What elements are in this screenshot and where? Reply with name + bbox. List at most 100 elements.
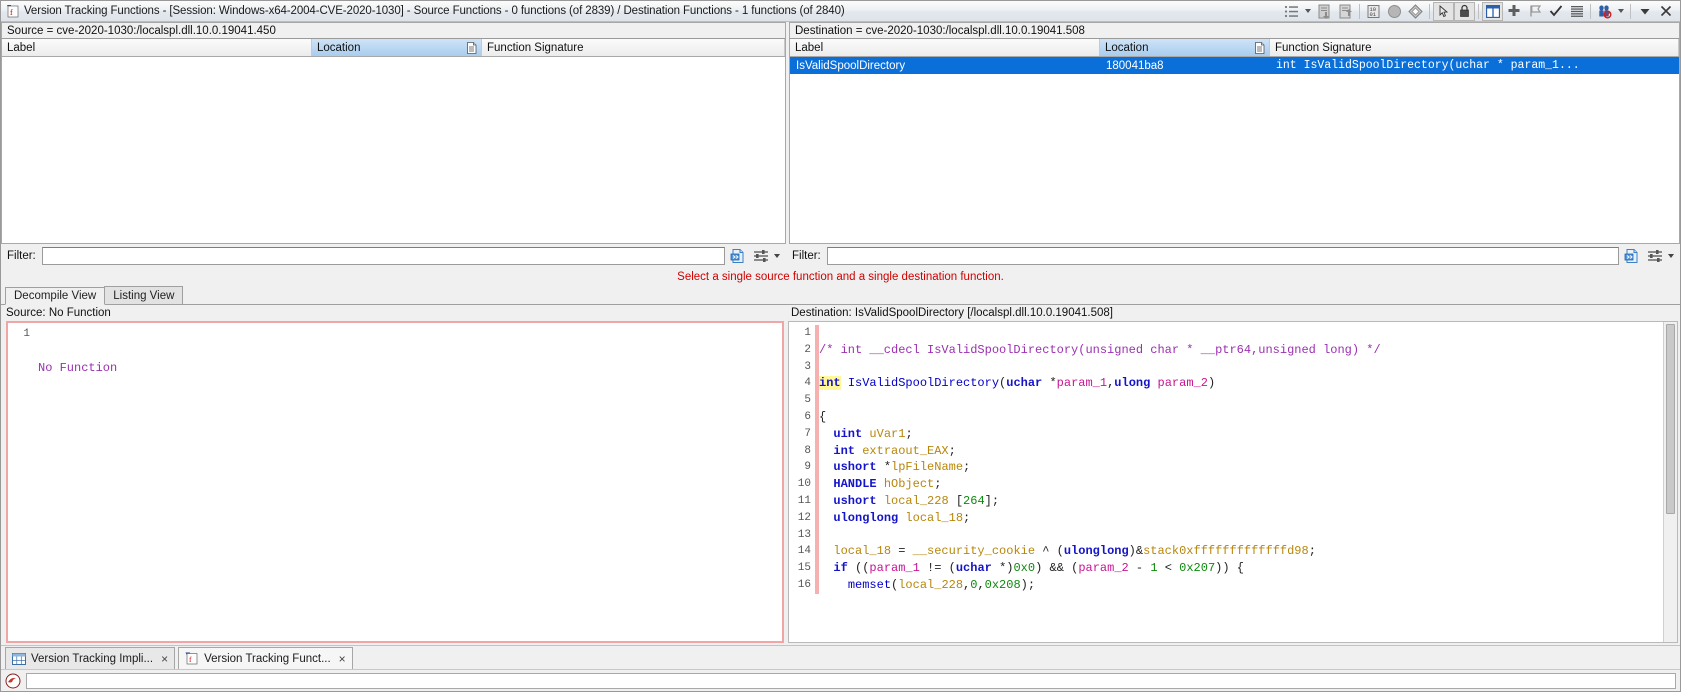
destination-filter-bar: Filter:	[786, 244, 1680, 268]
source-code-text[interactable]: No Function	[38, 323, 782, 641]
code-token: 0x0	[1013, 561, 1036, 576]
code-token: uchar	[955, 561, 992, 576]
tab-decompile-view[interactable]: Decompile View	[5, 287, 106, 305]
toolbar-separator	[1630, 3, 1631, 19]
add-plus-icon[interactable]	[1503, 2, 1524, 21]
code-line: if ((param_1 != (uchar *)0x0) && (param_…	[819, 560, 1677, 577]
destination-table-body[interactable]: IsValidSpoolDirectory 180041ba8 int IsVa…	[789, 57, 1680, 244]
code-token: param_1	[1056, 376, 1108, 391]
source-decompile-body[interactable]: 1 No Function	[6, 321, 784, 643]
source-table-body[interactable]	[1, 57, 786, 244]
code-line: /* int __cdecl IsValidSpoolDirectory(uns…	[819, 342, 1677, 359]
apply-markup-icon[interactable]	[1314, 2, 1335, 21]
lines-icon[interactable]	[1566, 2, 1587, 21]
code-token: ushort	[833, 460, 877, 475]
code-token: __security_cookie	[912, 544, 1036, 559]
destination-filter-input[interactable]	[826, 247, 1619, 265]
code-token: ,	[977, 577, 985, 592]
code-token: <	[1157, 561, 1180, 576]
source-filter-input[interactable]	[41, 247, 725, 265]
close-icon[interactable]: ×	[161, 652, 168, 666]
flag-icon[interactable]	[1524, 2, 1545, 21]
binary-compare-icon[interactable]: 10 01	[1363, 2, 1384, 21]
status-bar	[1, 669, 1680, 691]
dual-panel-icon[interactable]	[1482, 1, 1503, 21]
code-token: HANDLE	[833, 477, 877, 492]
tab-listing-view[interactable]: Listing View	[104, 286, 184, 304]
decompile-area: Source: No Function 1 No Function Destin…	[1, 305, 1680, 645]
source-column-location[interactable]: Location	[312, 39, 482, 56]
close-icon[interactable]	[1655, 2, 1676, 21]
destination-column-location[interactable]: Location	[1100, 39, 1270, 56]
code-token: local_18	[905, 510, 964, 525]
svg-text:01: 01	[1370, 11, 1377, 18]
destination-code-text[interactable]: /* int __cdecl IsValidSpoolDirectory(uns…	[819, 322, 1677, 642]
markup-items-icon[interactable]	[1335, 2, 1356, 21]
cursor-select-icon[interactable]	[1433, 1, 1454, 21]
window-tab-version-tracking-functions[interactable]: f Version Tracking Funct... ×	[178, 647, 353, 669]
code-token: ;	[963, 460, 971, 475]
code-line: int IsValidSpoolDirectory(uchar *param_1…	[819, 375, 1677, 392]
code-line-number: 10	[797, 478, 811, 491]
filter-caret-icon[interactable]	[1615, 2, 1627, 21]
row-label: IsValidSpoolDirectory	[796, 59, 906, 72]
scrollbar-thumb[interactable]	[1666, 324, 1675, 514]
source-column-label[interactable]: Label	[2, 39, 312, 56]
code-line-number: 11	[797, 494, 811, 507]
destination-decompile-header: Destination: IsValidSpoolDirectory [/loc…	[786, 305, 1680, 321]
code-token: uint	[833, 426, 863, 441]
close-icon[interactable]: ×	[339, 652, 346, 666]
code-token: hObject	[883, 477, 935, 492]
circle-icon[interactable]	[1384, 2, 1405, 21]
check-icon[interactable]	[1545, 2, 1566, 21]
code-token: *	[1042, 376, 1057, 391]
source-decompile-header: Source: No Function	[1, 305, 786, 321]
code-line-number: 15	[797, 562, 811, 575]
destination-filter-menu-caret-icon[interactable]	[1668, 254, 1674, 258]
destination-column-label[interactable]: Label	[790, 39, 1100, 56]
destination-column-signature[interactable]: Function Signature	[1270, 39, 1679, 56]
window-tab-label: Version Tracking Funct...	[204, 652, 331, 665]
code-token: =	[891, 544, 913, 559]
diamond-icon[interactable]	[1405, 2, 1426, 21]
list-options-caret-icon[interactable]	[1302, 2, 1314, 21]
code-line: local_18 = __security_cookie ^ (ulonglon…	[819, 543, 1677, 560]
list-options-icon[interactable]	[1281, 2, 1302, 21]
lock-icon[interactable]	[1454, 1, 1475, 21]
code-token: if	[833, 561, 848, 576]
destination-filter-reset-icon[interactable]	[1622, 246, 1642, 266]
source-filter-menu-caret-icon[interactable]	[774, 254, 780, 258]
source-filter-options-icon[interactable]	[751, 246, 771, 266]
function-tables: Source = cve-2020-1030:/localspl.dll.10.…	[1, 22, 1680, 244]
destination-filter-options-icon[interactable]	[1645, 246, 1665, 266]
window-tab-strip: Version Tracking Impli... × f Version Tr…	[1, 645, 1680, 669]
view-tab-strip: Decompile View Listing View	[1, 286, 1680, 305]
code-line-number: 4	[804, 377, 811, 390]
dropdown-caret-icon[interactable]	[1634, 2, 1655, 21]
table-row[interactable]: IsValidSpoolDirectory 180041ba8 int IsVa…	[790, 57, 1679, 74]
source-line-numbers: 1	[8, 323, 34, 641]
source-column-signature[interactable]: Function Signature	[482, 39, 785, 56]
filter-people-icon[interactable]	[1594, 2, 1615, 21]
source-filter-label: Filter:	[7, 250, 36, 262]
destination-column-location-text: Location	[1105, 41, 1149, 54]
destination-decompile-body[interactable]: 1 2 3 4 5 6 7 8 9 10 11 12 13 14 15 16 /* int __cdecl I…	[788, 321, 1678, 643]
destination-code-scrollbar[interactable]	[1663, 322, 1677, 642]
toolbar-separator	[1590, 3, 1591, 19]
code-token: param_2	[1078, 561, 1129, 576]
code-line-number: 16	[797, 578, 811, 591]
window-tab-version-tracking-implied[interactable]: Version Tracking Impli... ×	[5, 647, 176, 669]
code-line-number: 1	[804, 327, 811, 339]
code-token: int	[833, 443, 856, 458]
source-filter-reset-icon[interactable]	[728, 246, 748, 266]
code-token: ulonglong	[1063, 544, 1129, 559]
code-token: memset	[847, 577, 892, 592]
